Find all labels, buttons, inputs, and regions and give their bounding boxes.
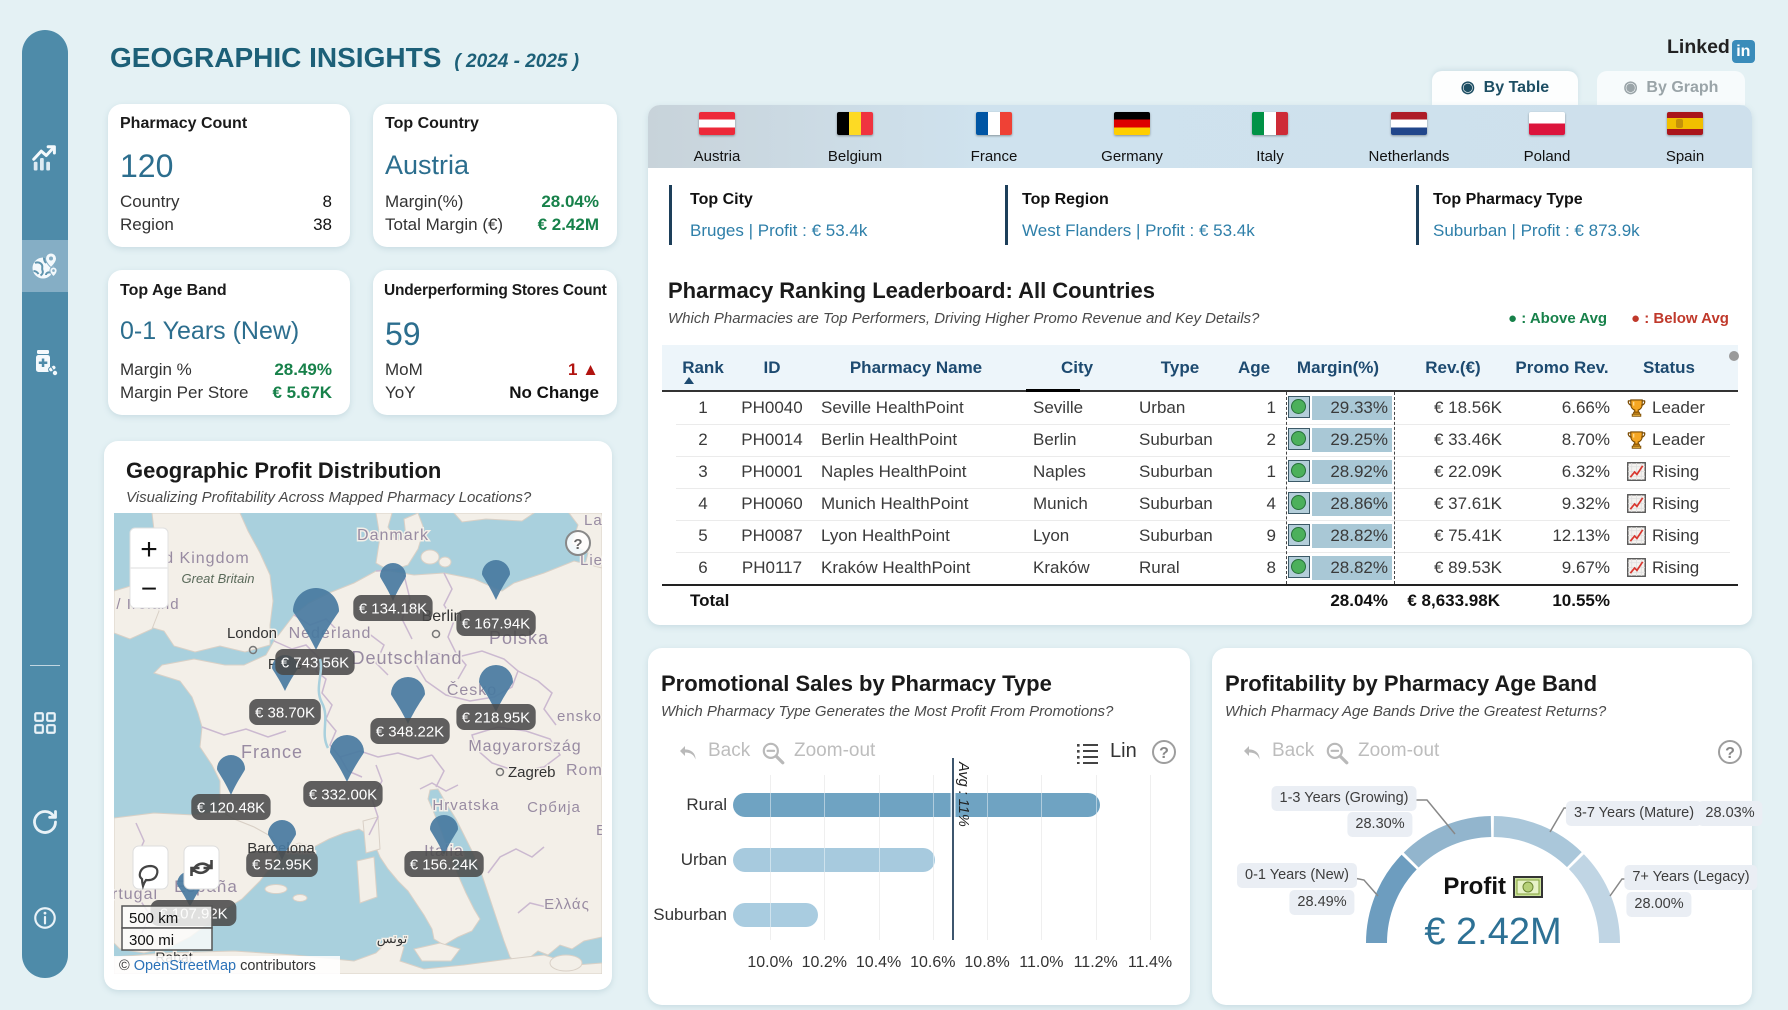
svg-text:Deutschland: Deutschland bbox=[351, 648, 462, 668]
svg-text:Latv: Latv bbox=[584, 513, 602, 529]
svg-text:€ 332.00K: € 332.00K bbox=[309, 787, 377, 804]
svg-text:Hrvatska: Hrvatska bbox=[432, 797, 499, 814]
svg-text:€ 38.70K: € 38.70K bbox=[255, 705, 315, 722]
svg-text:€ 120.48K: € 120.48K bbox=[197, 800, 265, 817]
svg-text:€ 218.95K: € 218.95K bbox=[462, 710, 530, 727]
svg-text:500 km: 500 km bbox=[129, 910, 178, 927]
svg-text:€ 134.18K: € 134.18K bbox=[359, 601, 427, 618]
svg-text:London: London bbox=[227, 625, 277, 642]
svg-text:Zagreb: Zagreb bbox=[508, 764, 556, 781]
svg-text:© OpenStreetMap contributors: © OpenStreetMap contributors bbox=[119, 958, 316, 974]
svg-text:+: + bbox=[140, 533, 158, 566]
svg-text:?: ? bbox=[573, 536, 582, 553]
svg-text:Danmark: Danmark bbox=[357, 527, 429, 544]
svg-text:تونس: تونس bbox=[377, 931, 408, 947]
svg-text:Magyarország: Magyarország bbox=[468, 738, 581, 755]
svg-text:300 mi: 300 mi bbox=[129, 932, 174, 949]
svg-text:€ 52.95K: € 52.95K bbox=[252, 857, 312, 874]
svg-text:€ 156.24K: € 156.24K bbox=[410, 857, 478, 874]
svg-text:Ελλάς: Ελλάς bbox=[544, 896, 590, 913]
svg-text:ed Kingdom: ed Kingdom bbox=[154, 550, 249, 567]
svg-text:ensko: ensko bbox=[557, 708, 602, 725]
svg-text:Србија: Србија bbox=[527, 799, 581, 816]
svg-text:Great Britain: Great Britain bbox=[182, 571, 255, 586]
svg-text:€ 348.22K: € 348.22K bbox=[376, 724, 444, 741]
svg-text:Б: Б bbox=[596, 822, 602, 839]
svg-text:Rom: Rom bbox=[566, 762, 602, 779]
svg-text:€ 743.56K: € 743.56K bbox=[281, 655, 349, 672]
svg-text:Nederland: Nederland bbox=[289, 625, 372, 642]
svg-text:−: − bbox=[141, 573, 157, 604]
svg-text:€ 167.94K: € 167.94K bbox=[462, 616, 530, 633]
svg-text:France: France bbox=[241, 742, 303, 762]
